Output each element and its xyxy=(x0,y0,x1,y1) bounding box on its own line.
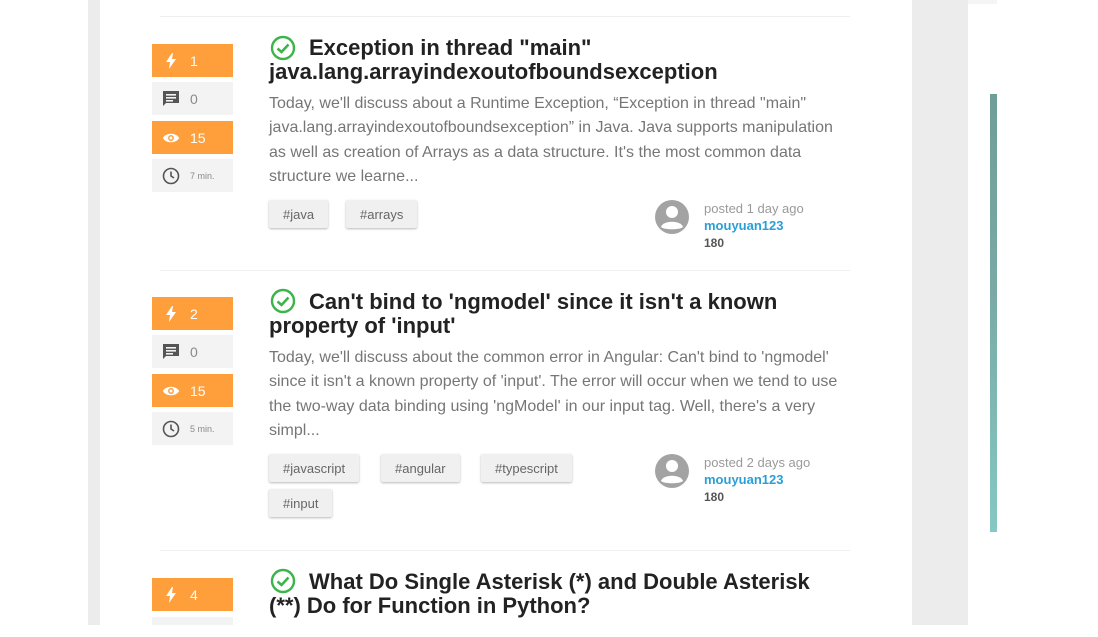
post-title-line: (**) Do for Function in Python? xyxy=(269,593,591,618)
sidebar-accent-strip xyxy=(990,94,997,532)
post-title-line: What Do Single Asterisk (*) and Double A… xyxy=(309,569,810,594)
post-title-link[interactable]: Can't bind to 'ngmodel' since it isn't a… xyxy=(269,290,777,338)
vote-count-value: 4 xyxy=(190,586,198,603)
post-date: posted 2 days ago xyxy=(704,455,811,470)
read-time: 7 min. xyxy=(152,159,233,192)
tag-label: typescript xyxy=(502,460,558,476)
author-reputation: 180 xyxy=(704,236,725,250)
read-time: 5 min. xyxy=(152,412,233,445)
tag-label: javascript xyxy=(290,460,346,476)
tag-javascript[interactable]: # javascript xyxy=(269,454,360,482)
bolt-icon xyxy=(162,586,180,604)
eye-icon xyxy=(162,129,180,147)
divider xyxy=(160,550,850,551)
tag-typescript[interactable]: # typescript xyxy=(481,454,572,482)
comment-count xyxy=(152,617,233,625)
read-time-value: 5 min. xyxy=(190,423,215,434)
post-title-line: java.lang.arrayindexoutofboundsexception xyxy=(269,59,718,84)
comment-count-value: 0 xyxy=(190,90,198,107)
vote-count[interactable]: 2 xyxy=(152,297,233,330)
post-date: posted 1 day ago xyxy=(704,201,804,216)
bolt-icon xyxy=(162,305,180,323)
vote-count-value: 1 xyxy=(190,52,198,69)
comment-count: 0 xyxy=(152,335,233,368)
tag-hash: # xyxy=(495,460,503,476)
author-link[interactable]: mouyuan123 xyxy=(704,472,783,487)
vote-count[interactable]: 1 xyxy=(152,44,233,77)
post-excerpt: Today, we'll discuss about the common er… xyxy=(269,349,838,439)
post-title-line: property of 'input' xyxy=(269,313,456,338)
vote-count-value: 2 xyxy=(190,305,198,322)
post-excerpt: Today, we'll discuss about a Runtime Exc… xyxy=(269,95,833,185)
user-avatar-icon[interactable] xyxy=(655,200,689,234)
tag-hash: # xyxy=(283,495,291,511)
clock-icon xyxy=(162,167,180,185)
read-time-value: 7 min. xyxy=(190,170,215,181)
tag-label: angular xyxy=(402,460,446,476)
view-count-value: 15 xyxy=(190,382,206,399)
bolt-icon xyxy=(162,52,180,70)
divider xyxy=(160,270,850,271)
tag-hash: # xyxy=(395,460,403,476)
vote-count[interactable]: 4 xyxy=(152,578,233,611)
clock-icon xyxy=(162,420,180,438)
post-title-line: Exception in thread "main" xyxy=(309,35,592,60)
author-reputation: 180 xyxy=(704,490,725,504)
left-gutter xyxy=(88,0,100,625)
author-link[interactable]: mouyuan123 xyxy=(704,218,783,233)
comment-count-value: 0 xyxy=(190,343,198,360)
page: 1 0 15 7 min. Exception in thread "main" xyxy=(0,0,1098,637)
right-gutter xyxy=(912,0,968,625)
tag-label: java xyxy=(290,206,315,222)
tag-hash: # xyxy=(360,206,368,222)
post-title-link[interactable]: Exception in thread "main" java.lang.arr… xyxy=(269,36,718,84)
eye-icon xyxy=(162,382,180,400)
post-title-link[interactable]: What Do Single Asterisk (*) and Double A… xyxy=(269,570,810,618)
user-avatar-icon[interactable] xyxy=(655,454,689,488)
divider xyxy=(160,16,850,17)
post-title-line: Can't bind to 'ngmodel' since it isn't a… xyxy=(309,289,778,314)
view-count: 15 xyxy=(152,121,233,154)
view-count: 15 xyxy=(152,374,233,407)
tag-label: input xyxy=(290,495,319,511)
tag-java[interactable]: # java xyxy=(269,200,329,228)
tag-angular[interactable]: # angular xyxy=(381,454,460,482)
tag-arrays[interactable]: # arrays xyxy=(346,200,418,228)
tag-input[interactable]: # input xyxy=(269,489,333,517)
comment-count: 0 xyxy=(152,82,233,115)
tag-label: arrays xyxy=(367,206,404,222)
comment-icon xyxy=(162,90,180,108)
view-count-value: 15 xyxy=(190,129,206,146)
comment-icon xyxy=(162,343,180,361)
